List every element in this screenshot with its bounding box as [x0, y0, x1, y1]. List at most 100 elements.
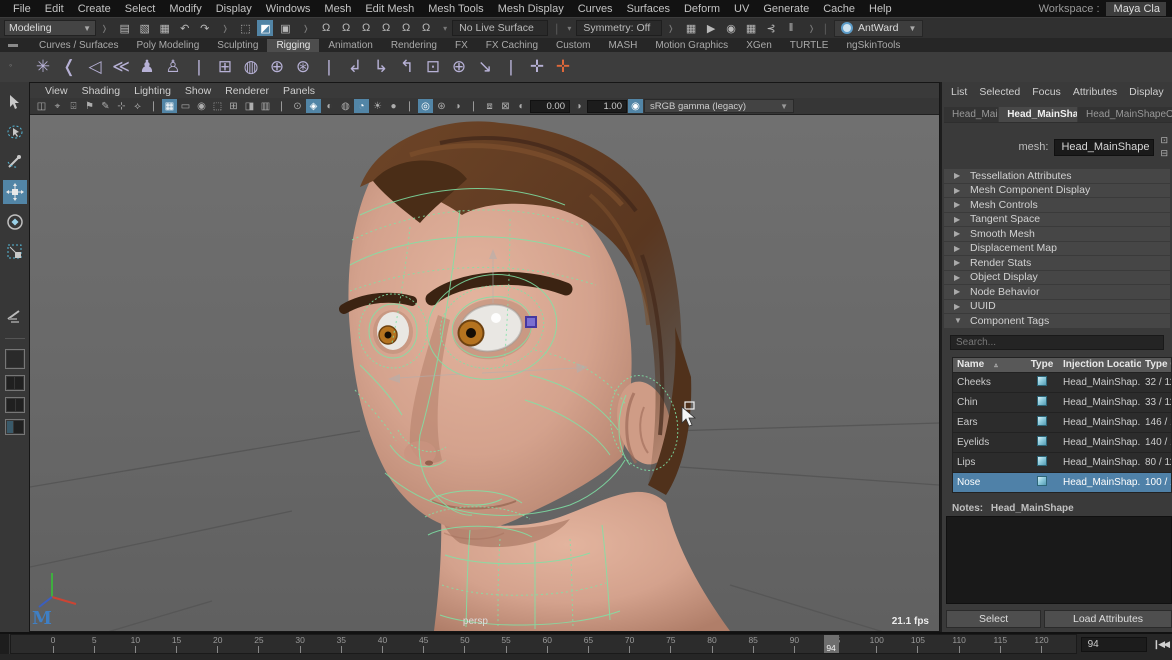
- shelf-tab[interactable]: Motion Graphics: [646, 39, 737, 52]
- resolution-gate-icon[interactable]: ◉: [194, 99, 209, 113]
- timeline-playhead[interactable]: 94: [824, 635, 839, 653]
- select-tool[interactable]: [3, 90, 27, 114]
- menu-item[interactable]: Edit: [38, 2, 71, 16]
- rotate-tool[interactable]: [3, 210, 27, 234]
- load-attributes-button[interactable]: Load Attributes: [1044, 610, 1172, 628]
- attribute-section-collapsed[interactable]: ▶ Tangent Space: [944, 213, 1170, 227]
- panel-menu-item[interactable]: Panels: [276, 85, 322, 97]
- ik-handle-tool-icon[interactable]: ❬: [56, 54, 82, 80]
- camera-attributes-icon[interactable]: ⌹: [66, 99, 81, 113]
- select-button[interactable]: Select: [946, 610, 1041, 628]
- selected-face-highlight[interactable]: [526, 317, 536, 327]
- render-frame-icon[interactable]: ▦: [683, 20, 699, 36]
- table-row[interactable]: Cheeks Head_MainShap... 32 / 114: [953, 372, 1171, 392]
- panel-menu-item[interactable]: Renderer: [218, 85, 276, 97]
- attribute-tab[interactable]: Head_MainShapeOrig1: [1078, 107, 1172, 122]
- shadows-icon[interactable]: ●: [386, 99, 401, 113]
- attribute-section-collapsed[interactable]: ▶ Render Stats: [944, 256, 1170, 270]
- layout-four-pane-button[interactable]: [5, 375, 25, 391]
- menu-item[interactable]: Mesh Display: [491, 2, 571, 16]
- workspace-selector[interactable]: Maya Cla: [1106, 2, 1166, 16]
- table-row[interactable]: Chin Head_MainShap... 33 / 114: [953, 392, 1171, 412]
- pole-vector-constraint-icon[interactable]: ⊕: [446, 54, 472, 80]
- menu-item[interactable]: Mesh: [317, 2, 358, 16]
- attribute-editor-menu-item[interactable]: Attributes: [1068, 86, 1122, 98]
- last-tool-used[interactable]: [3, 304, 27, 328]
- motion-path-icon[interactable]: ↘: [472, 54, 498, 80]
- color-managed-icon[interactable]: ◉: [628, 99, 643, 113]
- locator-icon[interactable]: ✛: [524, 54, 550, 80]
- render-ball-icon[interactable]: ◉: [723, 20, 739, 36]
- shelf-tab[interactable]: FX: [446, 39, 477, 52]
- new-scene-icon[interactable]: ▤: [117, 20, 133, 36]
- group-collapse-icon[interactable]: ❭: [99, 24, 110, 33]
- mesh-name-field[interactable]: Head_MainShape: [1054, 139, 1154, 156]
- shelf-tab[interactable]: ngSkinTools: [837, 39, 909, 52]
- focus-icon[interactable]: ⊡: [1160, 135, 1168, 146]
- presets-icon[interactable]: ⊟: [1160, 148, 1168, 159]
- panel-menu-item[interactable]: Shading: [75, 85, 128, 97]
- chevron-down-icon[interactable]: ▾: [441, 24, 449, 33]
- table-row[interactable]: Nose Head_MainShap... 100 / 11: [953, 472, 1171, 492]
- table-row[interactable]: Lips Head_MainShap... 80 / 114: [953, 452, 1171, 472]
- snap-grid-icon[interactable]: Ω: [318, 20, 334, 36]
- divider-icon[interactable]: ❘: [146, 99, 161, 113]
- redo-icon[interactable]: ↷: [197, 20, 213, 36]
- attribute-section-collapsed[interactable]: ▶ Displacement Map: [944, 242, 1170, 256]
- attribute-editor-menu-item[interactable]: Selected: [974, 86, 1025, 98]
- panel-menu-item[interactable]: Lighting: [127, 85, 178, 97]
- select-component-icon[interactable]: ▣: [277, 20, 293, 36]
- attribute-editor-menu-item[interactable]: Focus: [1027, 86, 1066, 98]
- layout-two-pane-button[interactable]: [5, 397, 25, 413]
- parent-constraint-icon[interactable]: ↲: [342, 54, 368, 80]
- move-tool[interactable]: [3, 180, 27, 204]
- orient-constraint-icon[interactable]: ↰: [394, 54, 420, 80]
- undo-icon[interactable]: ↶: [177, 20, 193, 36]
- mirror-skin-weights-icon[interactable]: ⊛: [290, 54, 316, 80]
- shelf-tab[interactable]: Sculpting: [208, 39, 267, 52]
- image-plane-icon[interactable]: ✎: [98, 99, 113, 113]
- group-collapse-icon[interactable]: ❭: [806, 24, 817, 33]
- menu-item[interactable]: Help: [862, 2, 899, 16]
- shelf-tab[interactable]: MASH: [599, 39, 646, 52]
- lasso-select-tool[interactable]: [3, 120, 27, 144]
- current-frame-field[interactable]: 94: [1081, 637, 1147, 652]
- shelf-tab[interactable]: Rendering: [382, 39, 446, 52]
- attribute-section-collapsed[interactable]: ▶ Mesh Controls: [944, 198, 1170, 212]
- attribute-section-collapsed[interactable]: ▶ Mesh Component Display: [944, 184, 1170, 198]
- chevron-down-icon[interactable]: ▾: [565, 24, 573, 33]
- group-collapse-icon[interactable]: ❭: [220, 24, 231, 33]
- menu-item[interactable]: Cache: [816, 2, 862, 16]
- select-object-icon[interactable]: ◩: [257, 20, 273, 36]
- shelf-tab[interactable]: Custom: [547, 39, 599, 52]
- attribute-editor-menu-item[interactable]: Display: [1124, 86, 1168, 98]
- group-collapse-icon[interactable]: ❭: [665, 24, 676, 33]
- shelf-tab[interactable]: Rigging: [267, 39, 319, 52]
- motion-blur-icon[interactable]: ⊛: [434, 99, 449, 113]
- menu-item[interactable]: Surfaces: [620, 2, 677, 16]
- notes-textarea[interactable]: [946, 516, 1172, 605]
- panel-menu-item[interactable]: View: [38, 85, 75, 97]
- shelf-item-menu-icon[interactable]: ◦: [9, 60, 12, 70]
- attribute-tab[interactable]: Head_MainShape: [999, 107, 1077, 122]
- menu-set-selector[interactable]: Modeling ▼: [4, 20, 96, 36]
- paint-select-tool[interactable]: [3, 150, 27, 174]
- divider-icon[interactable]: ❘: [402, 99, 417, 113]
- attribute-section-collapsed[interactable]: ▶ UUID: [944, 300, 1170, 314]
- menu-item[interactable]: Create: [71, 2, 118, 16]
- sep-icon[interactable]: |: [316, 54, 342, 80]
- joint-tool-icon[interactable]: ✳: [30, 54, 56, 80]
- exposure-field[interactable]: 0.00: [530, 100, 570, 113]
- humanik-character-icon[interactable]: ♟: [134, 54, 160, 80]
- snap-live-icon[interactable]: Ω: [418, 20, 434, 36]
- menu-item[interactable]: Generate: [756, 2, 816, 16]
- shelf-tab[interactable]: Poly Modeling: [127, 39, 208, 52]
- safe-title-icon[interactable]: ▥: [258, 99, 273, 113]
- go-to-start-icon[interactable]: ❙◀◀: [1153, 639, 1168, 650]
- menu-item[interactable]: Curves: [571, 2, 620, 16]
- shelf-tab[interactable]: FX Caching: [477, 39, 547, 52]
- save-scene-icon[interactable]: ▦: [157, 20, 173, 36]
- snap-plane-icon[interactable]: Ω: [378, 20, 394, 36]
- attribute-section-collapsed[interactable]: ▶ Node Behavior: [944, 285, 1170, 299]
- menu-item[interactable]: Modify: [162, 2, 208, 16]
